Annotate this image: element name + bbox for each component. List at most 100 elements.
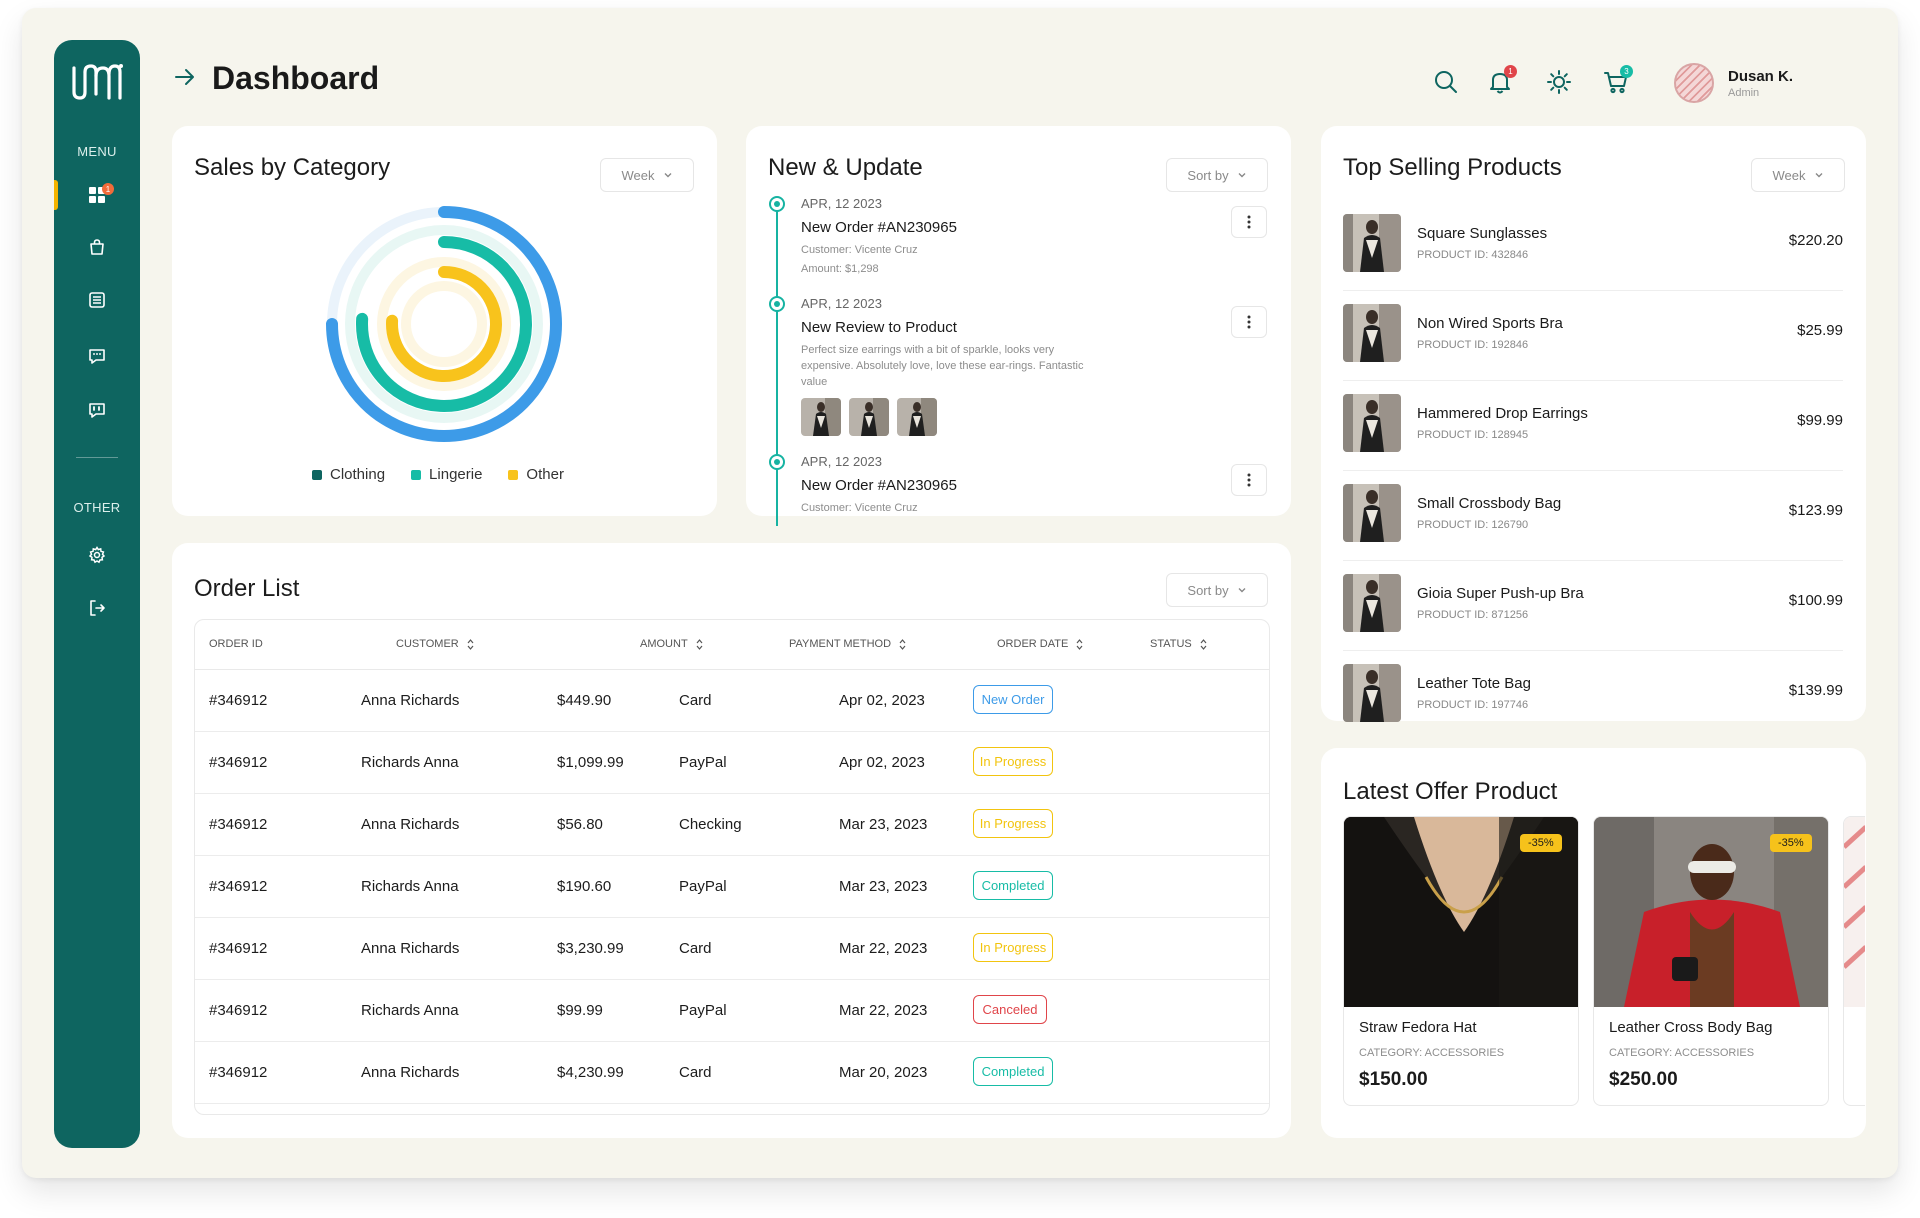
- order-list-card: Order List Sort by ORDER ID CUSTOMER AMO…: [172, 543, 1291, 1138]
- entry-title: New Order #AN230965: [801, 219, 957, 236]
- top-selling-period-dropdown[interactable]: Week: [1751, 158, 1845, 192]
- legend-label: Lingerie: [429, 466, 483, 483]
- product-list-item[interactable]: Square Sunglasses PRODUCT ID: 432846 $220.…: [1343, 201, 1843, 291]
- order-id-cell: #346912: [209, 1002, 268, 1019]
- customer-cell: Anna Richards: [361, 1064, 460, 1081]
- news-sort-dropdown[interactable]: Sort by: [1166, 158, 1268, 192]
- customer-cell: Anna Richards: [361, 692, 460, 709]
- customer-cell: Richards Anna: [361, 754, 459, 771]
- sidebar-item-messages[interactable]: [54, 336, 140, 376]
- table-row[interactable]: #346912 Richards Anna $190.60 PayPal Mar 23,…: [195, 856, 1269, 918]
- product-list-item[interactable]: Leather Tote Bag PRODUCT ID: 197746 $139.9…: [1343, 651, 1843, 741]
- entry-date: APR, 12 2023: [801, 296, 882, 311]
- theme-toggle-button[interactable]: [1545, 68, 1573, 96]
- sidebar-item-products[interactable]: [54, 227, 140, 267]
- news-update-title: New & Update: [768, 154, 923, 181]
- review-thumbnail[interactable]: [897, 398, 937, 436]
- sidebar-item-orders[interactable]: [54, 280, 140, 320]
- user-name: Dusan K.: [1728, 67, 1794, 85]
- column-header-payment-method[interactable]: PAYMENT METHOD: [789, 638, 906, 650]
- sidebar-item-logout[interactable]: [54, 588, 140, 628]
- page-title: Dashboard: [212, 60, 380, 96]
- offer-carousel[interactable]: -35% Straw Fedora Hat CATEGORY: ACCESSOR…: [1343, 816, 1865, 1106]
- entry-more-button[interactable]: [1231, 464, 1267, 496]
- cart-count-badge: 3: [1620, 65, 1633, 78]
- order-date-cell: Mar 23, 2023: [839, 878, 928, 895]
- chart-track-other: [401, 281, 487, 367]
- product-list-item[interactable]: Hammered Drop Earrings PRODUCT ID: 128945…: [1343, 381, 1843, 471]
- review-thumbnail[interactable]: [801, 398, 841, 436]
- sun-icon: [1547, 70, 1571, 94]
- sales-period-dropdown[interactable]: Week: [600, 158, 694, 192]
- timeline-line: [776, 208, 778, 526]
- sort-icon: [1200, 638, 1207, 650]
- sidebar-item-settings[interactable]: [54, 535, 140, 575]
- column-header-order-date[interactable]: ORDER DATE: [997, 638, 1083, 650]
- offer-price: $250.00: [1609, 1069, 1678, 1090]
- offer-card[interactable]: -35% Straw Fedora Hat CATEGORY: ACCESSOR…: [1343, 816, 1579, 1106]
- gear-icon: [88, 546, 106, 564]
- notifications-button[interactable]: 1: [1486, 65, 1517, 96]
- sidebar-item-reviews[interactable]: [54, 390, 140, 430]
- payment-method-cell: Card: [679, 1064, 712, 1081]
- avatar: [1674, 63, 1714, 103]
- notification-count-badge: 1: [1504, 65, 1517, 78]
- product-thumbnail: [1343, 484, 1401, 542]
- review-thumbnail[interactable]: [849, 398, 889, 436]
- user-profile[interactable]: Dusan K. Admin: [1674, 63, 1793, 103]
- cart-button[interactable]: 3: [1602, 65, 1633, 96]
- product-list-item[interactable]: Small Crossbody Bag PRODUCT ID: 126790 $12…: [1343, 471, 1843, 561]
- sales-by-category-card: Sales by Category Week Clothing Lingerie…: [172, 126, 717, 516]
- payment-method-cell: Checking: [679, 816, 742, 833]
- customer-cell: Anna Richards: [361, 940, 460, 957]
- product-id: PRODUCT ID: 432846: [1417, 249, 1529, 261]
- column-header-order-id[interactable]: ORDER ID: [209, 638, 263, 650]
- product-list-item[interactable]: Non Wired Sports Bra PRODUCT ID: 192846 $2…: [1343, 291, 1843, 381]
- status-badge: In Progress: [973, 809, 1053, 838]
- table-row[interactable]: #346912 Anna Richards $56.80 Checking Mar 23…: [195, 794, 1269, 856]
- product-name: Non Wired Sports Bra: [1417, 315, 1563, 332]
- orders-sort-dropdown[interactable]: Sort by: [1166, 573, 1268, 607]
- dashboard-notification-badge: 1: [102, 183, 114, 195]
- table-row[interactable]: #346912 Anna Richards $4,230.99 Card Mar 20,…: [195, 1042, 1269, 1104]
- legend-item-lingerie: Lingerie: [411, 466, 482, 483]
- status-badge: In Progress: [973, 933, 1053, 962]
- news-timeline[interactable]: APR, 12 2023 New Order #AN230965 Custome…: [746, 196, 1291, 526]
- product-name: Small Crossbody Bag: [1417, 495, 1562, 512]
- search-button[interactable]: [1432, 68, 1460, 96]
- table-row[interactable]: #346912 Anna Richards $449.90 Card Apr 02, 2…: [195, 670, 1269, 732]
- review-image-thumbnails: [801, 398, 1131, 436]
- product-id: PRODUCT ID: 192846: [1417, 339, 1529, 351]
- product-id: PRODUCT ID: 126790: [1417, 519, 1529, 531]
- latest-offer-title: Latest Offer Product: [1343, 778, 1558, 805]
- column-header-status[interactable]: STATUS: [1150, 638, 1207, 650]
- sidebar-item-dashboard[interactable]: 1: [54, 175, 140, 215]
- amount-cell: $99.99: [557, 1002, 603, 1019]
- table-row[interactable]: #346912 Richards Anna $1,099.99 PayPal Apr 0…: [195, 732, 1269, 794]
- column-header-customer[interactable]: CUSTOMER: [396, 638, 474, 650]
- status-badge: New Order: [973, 685, 1053, 714]
- entry-more-button[interactable]: [1231, 206, 1267, 238]
- top-selling-card: Top Selling Products Week Square Sunglas…: [1321, 126, 1866, 722]
- payment-method-cell: PayPal: [679, 754, 727, 771]
- orders-sort-label: Sort by: [1187, 582, 1229, 598]
- user-info: Dusan K. Admin: [1728, 68, 1793, 99]
- column-header-amount[interactable]: AMOUNT: [640, 638, 703, 650]
- payment-method-cell: Card: [679, 940, 712, 957]
- offer-card-partial[interactable]: [1843, 816, 1865, 1106]
- product-price: $139.99: [1788, 682, 1843, 699]
- payment-method-cell: PayPal: [679, 1002, 727, 1019]
- product-name: Square Sunglasses: [1417, 225, 1548, 242]
- legend-swatch: [411, 469, 422, 480]
- chat-quote-icon: [89, 403, 105, 418]
- offer-price: $150.00: [1359, 1069, 1428, 1090]
- arrow-right-icon[interactable]: [172, 64, 198, 90]
- more-vertical-icon: [1247, 215, 1251, 229]
- more-vertical-icon: [1247, 473, 1251, 487]
- entry-more-button[interactable]: [1231, 306, 1267, 338]
- product-list-item[interactable]: Gioia Super Push-up Bra PRODUCT ID: 87125…: [1343, 561, 1843, 651]
- table-row[interactable]: #346912 Richards Anna $99.99 PayPal Mar 22, …: [195, 980, 1269, 1042]
- timeline-dot: [769, 196, 785, 212]
- table-row[interactable]: #346912 Anna Richards $3,230.99 Card Mar 22,…: [195, 918, 1269, 980]
- offer-card[interactable]: -35% Leather Cross Body Bag CATEGORY: AC…: [1593, 816, 1829, 1106]
